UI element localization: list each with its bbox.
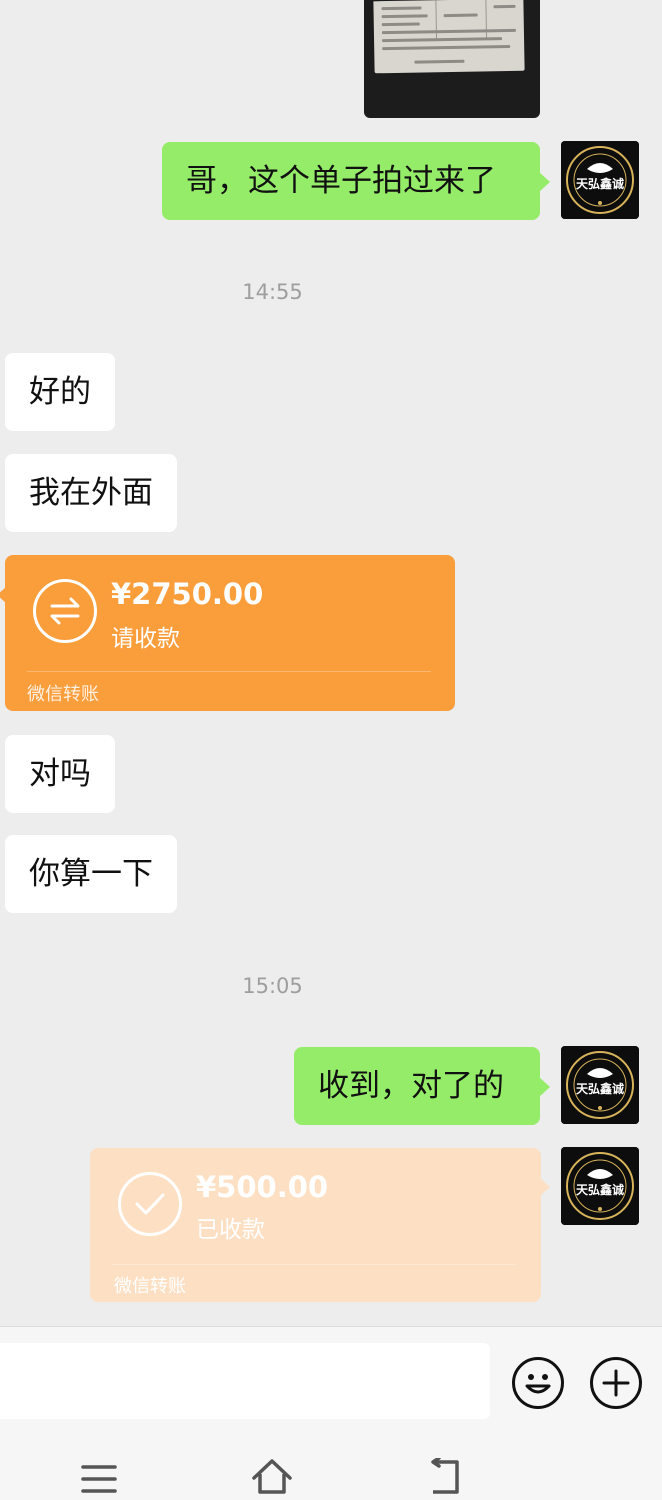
svg-text:天弘鑫诚: 天弘鑫诚 (576, 176, 624, 191)
transfer-amount: ¥2750.00 (111, 577, 264, 611)
home-icon[interactable] (250, 1456, 294, 1496)
svg-text:天弘鑫诚: 天弘鑫诚 (576, 1081, 624, 1096)
timestamp: 15:05 (242, 974, 303, 998)
transfer-status: 请收款 (111, 626, 180, 652)
user-avatar[interactable]: 天弘鑫诚 (561, 1147, 639, 1225)
received-message-bubble[interactable]: 好的 (5, 353, 115, 431)
message-text: 好的 (29, 374, 91, 410)
message-text: 收到，对了的 (318, 1068, 504, 1104)
transfer-status: 已收款 (196, 1217, 265, 1243)
avatar-logo-icon: 天弘鑫诚 (561, 141, 639, 219)
receipt-photo (373, 0, 525, 74)
transfer-footer: 微信转账 (27, 684, 99, 705)
transfer-request-card[interactable]: ¥2750.00 请收款 微信转账 (0, 555, 455, 711)
system-nav-bar (0, 1436, 662, 1500)
sent-message-bubble[interactable]: 哥，这个单子拍过来了 (162, 142, 550, 220)
avatar-logo-icon: 天弘鑫诚 (561, 1046, 639, 1124)
received-message-bubble[interactable]: 你算一下 (5, 835, 177, 913)
transfer-footer: 微信转账 (114, 1276, 186, 1297)
transfer-icon (33, 579, 97, 643)
user-avatar[interactable]: 天弘鑫诚 (561, 1046, 639, 1124)
timestamp: 14:55 (242, 280, 303, 304)
user-avatar[interactable]: 天弘鑫诚 (561, 141, 639, 219)
message-input[interactable] (0, 1343, 490, 1419)
transfer-amount: ¥500.00 (196, 1170, 329, 1204)
svg-text:天弘鑫诚: 天弘鑫诚 (576, 1182, 624, 1197)
received-message-bubble[interactable]: 我在外面 (5, 454, 177, 532)
back-icon[interactable] (425, 1458, 465, 1496)
received-message-bubble[interactable]: 对吗 (5, 735, 115, 813)
check-icon (118, 1172, 182, 1236)
message-text: 对吗 (29, 756, 91, 792)
sent-message-bubble[interactable]: 收到，对了的 (294, 1047, 550, 1125)
emoji-icon[interactable] (512, 1357, 564, 1409)
input-bar (0, 1326, 662, 1437)
menu-icon[interactable] (80, 1462, 118, 1496)
transfer-received-card[interactable]: ¥500.00 已收款 微信转账 (90, 1148, 550, 1302)
message-text: 你算一下 (29, 856, 153, 892)
sent-photo-message[interactable] (364, 0, 540, 118)
plus-icon[interactable] (590, 1357, 642, 1409)
message-text: 哥，这个单子拍过来了 (186, 163, 496, 199)
message-text: 我在外面 (29, 475, 153, 511)
avatar-logo-icon: 天弘鑫诚 (561, 1147, 639, 1225)
